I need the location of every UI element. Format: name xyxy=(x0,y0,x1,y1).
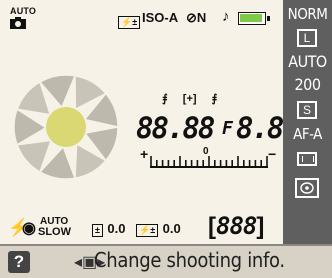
meter-tick xyxy=(225,160,228,166)
red-eye-icon: ◉ xyxy=(22,220,36,237)
meter-tick xyxy=(214,160,216,166)
flash-compensation-value: 0.0 xyxy=(162,221,181,236)
image-size-setting[interactable]: L xyxy=(297,29,317,47)
camera-icon xyxy=(10,17,26,29)
focus-mode-setting[interactable]: AF-A xyxy=(283,124,332,144)
meter-tick xyxy=(260,160,262,166)
meter-tick xyxy=(219,160,222,166)
image-quality-setting[interactable]: NORM xyxy=(283,4,332,24)
meter-tick xyxy=(202,160,204,166)
meter-tick xyxy=(156,160,158,166)
meter-tick xyxy=(231,160,233,166)
meter-tick xyxy=(185,160,187,166)
meter-tick xyxy=(150,156,152,166)
af-area-mode-setting[interactable] xyxy=(297,152,317,166)
iso-auto-indicator: ISO-A xyxy=(142,10,178,25)
camera-info-display: AUTO ⚡± ISO-A ⊘N ♪ ⨎ [+] ⨎ 88.88 F 8.8 +… xyxy=(0,0,332,278)
shooting-info-panel: AUTO ⚡± ISO-A ⊘N ♪ ⨎ [+] ⨎ 88.88 F 8.8 +… xyxy=(0,0,284,244)
release-mode-label: S xyxy=(302,103,311,117)
help-text: Change shooting info. xyxy=(94,248,285,272)
picture-control-indicator: ⊘N xyxy=(186,10,206,26)
f-number-symbol: F xyxy=(222,118,233,139)
meter-tick xyxy=(243,160,245,166)
metering-mode-setting[interactable] xyxy=(295,178,319,198)
meter-tick xyxy=(237,156,239,166)
beep-icon: ♪ xyxy=(222,8,230,25)
meter-tick xyxy=(248,160,251,166)
shooting-mode-label: AUTO xyxy=(10,6,37,16)
meter-tick xyxy=(179,156,181,166)
shooting-mode-indicator: AUTO xyxy=(10,6,40,29)
picture-control-label: N xyxy=(196,10,207,25)
meter-tick xyxy=(196,160,199,166)
help-button[interactable]: ? xyxy=(8,251,30,273)
matrix-metering-icon xyxy=(300,182,314,194)
exposure-meter: + 0 − xyxy=(140,146,277,170)
af-area-icon xyxy=(302,156,314,162)
exposure-compensation-value: 0.0 xyxy=(107,221,126,236)
picture-control-icon: ⊘ xyxy=(186,10,197,25)
iso-auto-label: ISO-A xyxy=(142,10,179,25)
meter-plus-sign: + xyxy=(140,146,149,162)
flash-compensation-icon: ⚡± xyxy=(118,12,141,30)
meter-tick xyxy=(173,160,175,166)
flash-bracketing-icon: ⨎ xyxy=(211,93,218,105)
flash-compensation-value-icon: ⚡± xyxy=(136,224,159,237)
bracketing-icon: ⨎ xyxy=(162,93,168,105)
exposure-indicators: ⨎ [+] ⨎ xyxy=(162,92,217,105)
frames-remaining-value: 888 xyxy=(216,212,257,240)
frames-remaining: [888] xyxy=(208,212,265,240)
white-balance-setting[interactable]: AUTO xyxy=(283,52,332,72)
aperture-readout: 8.8 xyxy=(236,111,284,145)
flash-slow-label: SLOW xyxy=(38,226,71,238)
flash-compensation: ⚡± 0.0 xyxy=(136,220,181,238)
settings-column: NORM L AUTO 200 S AF-A xyxy=(283,0,332,244)
battery-icon xyxy=(238,12,270,25)
help-bar: ? ◂▣▸ Change shooting info. xyxy=(0,244,332,278)
meter-minus-sign: − xyxy=(268,146,277,162)
aperture-blade xyxy=(13,108,48,146)
meter-tick xyxy=(161,160,164,166)
focus-area-icon: [+] xyxy=(182,93,197,105)
meter-tick xyxy=(208,156,210,166)
meter-tick xyxy=(167,160,170,166)
meter-tick xyxy=(190,160,193,166)
meter-scale xyxy=(150,156,268,168)
shutter-speed-readout: 88.88 xyxy=(136,111,215,145)
exposure-compensation: ± 0.0 xyxy=(92,220,125,238)
meter-tick xyxy=(254,160,257,166)
exposure-compensation-icon: ± xyxy=(92,224,103,237)
aperture-graphic xyxy=(13,74,119,180)
iso-setting[interactable]: 200 xyxy=(283,75,332,95)
release-mode-setting[interactable]: S xyxy=(297,101,317,119)
image-size-label: L xyxy=(303,31,311,45)
